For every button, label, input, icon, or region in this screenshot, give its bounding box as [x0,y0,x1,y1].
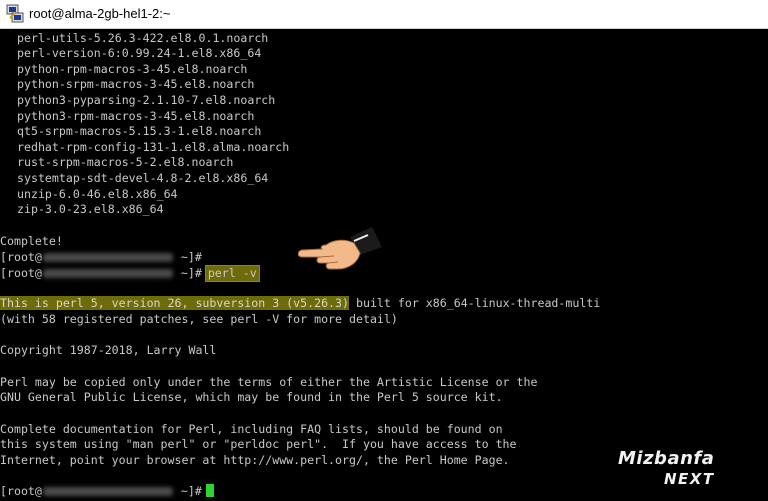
docs-line: Internet, point your browser at http://w… [0,453,510,467]
package-line: redhat-rpm-config-131-1.el8.alma.noarch [17,140,290,154]
active-prompt-line[interactable]: [root@ ~]# [0,484,214,499]
window-title: root@alma-2gb-hel1-2:~ [29,6,171,21]
package-line: rust-srpm-macros-5-2.el8.noarch [17,155,234,169]
package-line: perl-version-6:0.99.24-1.el8.x86_64 [17,46,262,60]
hostname-redaction [42,269,173,278]
patches-line: (with 58 registered patches, see perl -V… [0,312,398,326]
prompt-open: [root@ [0,250,42,264]
license-line: Perl may be copied only under the terms … [0,375,538,389]
license-line: GNU General Public License, which may be… [0,390,503,404]
putty-icon [6,4,24,23]
command-text: perl -v [204,265,260,282]
terminal-cursor [205,484,214,497]
prompt-open: [root@ [0,266,42,280]
window-titlebar[interactable]: root@alma-2gb-hel1-2:~ [0,0,768,29]
prompt-close: ~]# [173,266,202,280]
package-line: python-rpm-macros-3-45.el8.noarch [17,62,248,76]
package-line: systemtap-sdt-devel-4.8-2.el8.x86_64 [17,171,269,185]
terminal-output[interactable]: perl-utils-5.26.3-422.el8.0.1.noarch per… [0,29,768,501]
command-line: [root@ ~]# perl -v [0,265,260,282]
package-line: unzip-6.0-46.el8.x86_64 [17,187,178,201]
version-build: built for x86_64-linux-thread-multi [349,296,601,310]
version-highlight: This is perl 5, version 26, subversion 3… [0,296,350,310]
prompt-close: ~]# [173,484,202,498]
package-line: python3-pyparsing-2.1.10-7.el8.noarch [17,93,276,107]
watermark-line2: NEXT [664,470,715,488]
package-line: zip-3.0-23.el8.x86_64 [17,202,164,216]
hostname-redaction [42,253,173,262]
docs-line: this system using "man perl" or "perldoc… [0,437,517,451]
pointing-hand-icon [298,227,382,270]
hostname-redaction [42,487,173,496]
version-line: This is perl 5, version 26, subversion 3… [0,296,600,311]
copyright-line: Copyright 1987-2018, Larry Wall [0,343,217,357]
package-line: python-srpm-macros-3-45.el8.noarch [17,77,255,91]
docs-line: Complete documentation for Perl, includi… [0,422,503,436]
package-line: python3-rpm-macros-3-45.el8.noarch [17,109,255,123]
prompt-close: ~]# [173,250,202,264]
watermark-line1: Mizbanfa [618,448,715,469]
brand-watermark: Mizbanfa NEXT [618,448,758,492]
package-line: qt5-srpm-macros-5.15.3-1.el8.noarch [17,124,262,138]
prompt-line: [root@ ~]# [0,250,202,265]
prompt-open: [root@ [0,484,42,498]
complete-message: Complete! [0,234,63,248]
package-line: perl-utils-5.26.3-422.el8.0.1.noarch [17,31,269,45]
